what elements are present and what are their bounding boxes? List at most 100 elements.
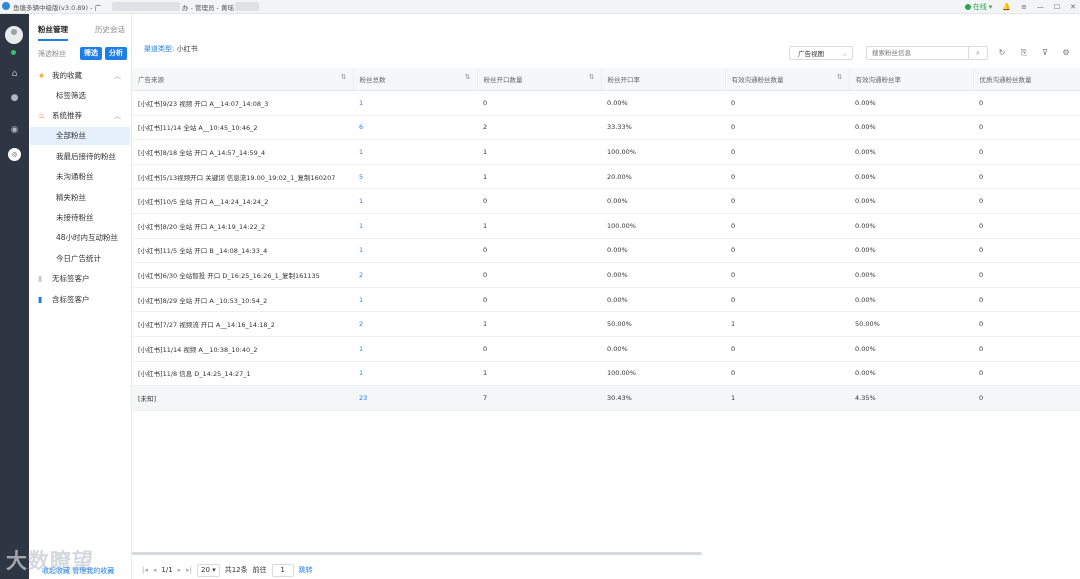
table-cell[interactable]: 1 bbox=[353, 90, 477, 116]
search-input[interactable] bbox=[872, 47, 968, 59]
table-row[interactable]: [小红书]10/5 全站 开口 A__14:24_14:24_2 1 0 0.00% 0… bbox=[132, 188, 1080, 214]
sort-icon[interactable]: ⇅ bbox=[837, 73, 843, 81]
prev-page-icon[interactable]: ◂ bbox=[153, 566, 157, 574]
table-cell: 0.00% bbox=[601, 262, 725, 288]
table-cell[interactable]: 1 bbox=[353, 361, 477, 387]
table-cell: 0 bbox=[725, 188, 849, 214]
refresh-icon[interactable]: ↻ bbox=[997, 48, 1007, 58]
col-header[interactable]: 粉丝总数 ⇅ bbox=[353, 68, 478, 91]
table-row[interactable]: [小红书]9/23 视频 开口 A__14:07_14:08_3 1 0 0.00% 0… bbox=[132, 90, 1080, 116]
tab-history-sessions[interactable]: 历史会话 bbox=[95, 24, 125, 35]
table-row[interactable]: [小红书]8/20 全站 开口 A_14:19_14:22_2 1 1 100.00%… bbox=[132, 213, 1080, 239]
nav-all-fans[interactable]: 全部粉丝 bbox=[30, 127, 130, 145]
settings-icon[interactable]: ⚙ bbox=[1061, 48, 1071, 58]
nav-favorites-label: 我的收藏 bbox=[52, 71, 82, 80]
menu-icon[interactable]: ≡ bbox=[1021, 3, 1027, 11]
jump-button[interactable]: 跳转 bbox=[299, 565, 313, 575]
horizontal-scrollbar[interactable] bbox=[132, 552, 702, 555]
table-row[interactable]: [小红书]8/18 全站 开口 A_14:57_14:59_4 1 1 100.00%… bbox=[132, 139, 1080, 165]
col-header[interactable]: 优质沟通粉丝数量 bbox=[973, 68, 1080, 91]
nav-system-recommend-label: 系统推荐 bbox=[52, 111, 82, 120]
nav-last-received-fans[interactable]: 我最后接待的粉丝 bbox=[30, 148, 130, 166]
table-cell: [未知] bbox=[132, 385, 353, 411]
table-cell[interactable]: 6 bbox=[353, 115, 477, 141]
wechat-icon[interactable]: ◉ bbox=[8, 124, 21, 137]
nav-tagged-customers[interactable]: ▮ 含标签客户 bbox=[30, 291, 130, 309]
close-icon[interactable]: ✕ bbox=[1070, 3, 1076, 11]
table-cell: [小红书]8/20 全站 开口 A_14:19_14:22_2 bbox=[132, 213, 353, 239]
table-cell: 0 bbox=[973, 139, 1080, 165]
filter-button[interactable]: 筛选 bbox=[80, 47, 102, 60]
channel-value[interactable]: 小红书 bbox=[177, 45, 198, 53]
minimize-icon[interactable]: — bbox=[1037, 3, 1044, 11]
table-header-row: 广告来源 ⇅ 粉丝总数 ⇅ 粉丝开口数量 ⇅ 粉丝开口率 有效沟通粉丝数量 ⇅ 有效沟通… bbox=[132, 68, 1080, 91]
favorites-links[interactable]: 收起收藏 管理我的收藏 bbox=[42, 566, 114, 576]
table-row[interactable]: [小红书]11/8 信息 D_14:25_14:27_1 1 1 100.00% 0 0.… bbox=[132, 361, 1080, 387]
nav-system-recommend[interactable]: ♨ 系统推荐 ︿ bbox=[30, 107, 130, 125]
avatar[interactable] bbox=[5, 26, 23, 44]
col-header[interactable]: 粉丝开口率 bbox=[601, 68, 726, 91]
nav-48h-interactive-fans[interactable]: 48小时内互动粉丝 bbox=[30, 229, 130, 247]
chat-bubble-icon[interactable]: ● bbox=[8, 92, 21, 105]
table-cell: 0.00% bbox=[601, 188, 725, 214]
analyze-button[interactable]: 分析 bbox=[105, 47, 127, 60]
view-select[interactable]: 广告视图 ⌵ bbox=[789, 46, 853, 60]
table-row[interactable]: [小红书]11/14 视频 A__10:38_10:40_2 1 0 0.00% 0 0.… bbox=[132, 336, 1080, 362]
nav-today-ad-stats[interactable]: 今日广告统计 bbox=[30, 250, 130, 268]
table-cell[interactable]: 1 bbox=[353, 213, 477, 239]
table-cell: 0.00% bbox=[849, 164, 973, 190]
nav-unreceived-fans[interactable]: 未接待粉丝 bbox=[30, 209, 130, 227]
table-cell: 0 bbox=[477, 287, 601, 313]
table-cell[interactable]: 2 bbox=[353, 311, 477, 337]
table-row[interactable]: [未知] 23 7 30.43% 1 4.35% 0 bbox=[132, 385, 1080, 411]
first-page-icon[interactable]: |◂ bbox=[142, 566, 148, 574]
col-header[interactable]: 有效沟通粉丝数量 ⇅ bbox=[725, 68, 850, 91]
home-icon[interactable]: ⌂ bbox=[8, 68, 21, 81]
table-cell: 0 bbox=[477, 336, 601, 362]
nav-favorites[interactable]: ★ 我的收藏 ︿ bbox=[30, 67, 130, 85]
goto-page-input[interactable]: 1 bbox=[271, 563, 294, 577]
table-row[interactable]: [小红书]11/5 全站 开口 B _14:08_14:33_4 1 0 0.00% 0… bbox=[132, 238, 1080, 264]
table-cell[interactable]: 1 bbox=[353, 238, 477, 264]
sort-icon[interactable]: ⇅ bbox=[589, 73, 595, 81]
online-status[interactable]: 在线 ▾ bbox=[964, 2, 992, 12]
maximize-icon[interactable]: ☐ bbox=[1054, 3, 1060, 11]
page-size-select[interactable]: 20 ▾ bbox=[197, 563, 220, 577]
sort-icon[interactable]: ⇅ bbox=[341, 73, 347, 81]
export-icon[interactable]: ⎘ bbox=[1019, 48, 1029, 58]
nav-lost-fans[interactable]: 精失粉丝 bbox=[30, 189, 130, 207]
table-cell: [小红书]7/27 视频流 开口 A__14:16_14:18_2 bbox=[132, 311, 353, 337]
col-header[interactable]: 广告来源 ⇅ bbox=[132, 68, 354, 91]
search-icon[interactable]: ⌕ bbox=[968, 47, 987, 59]
table-cell[interactable]: 2 bbox=[353, 262, 477, 288]
table-row[interactable]: [小红书]11/14 全站 A__10:45_10:46_2 6 2 33.33% 0 0… bbox=[132, 115, 1080, 141]
table-cell[interactable]: 5 bbox=[353, 164, 477, 190]
table-row[interactable]: [小红书]8/29 全站 开口 A _10:53_10:54_2 1 0 0.00% 0… bbox=[132, 287, 1080, 313]
filter-clear-icon[interactable]: ⊽ bbox=[1040, 48, 1050, 58]
sort-icon[interactable]: ⇅ bbox=[465, 73, 471, 81]
table-cell[interactable]: 23 bbox=[353, 385, 477, 411]
table-cell[interactable]: 1 bbox=[353, 139, 477, 165]
tab-fans-management[interactable]: 粉丝管理 bbox=[38, 24, 68, 41]
next-page-icon[interactable]: ▸ bbox=[178, 566, 182, 574]
table-cell[interactable]: 1 bbox=[353, 336, 477, 362]
nav-tag-filter[interactable]: 标签筛选 bbox=[30, 87, 130, 105]
table-row[interactable]: [小红书]5/13视频开口 关键词 信息流19.00_19:02_1_复制160… bbox=[132, 164, 1080, 190]
col-header-label: 有效沟通粉丝率 bbox=[855, 76, 902, 84]
col-header[interactable]: 有效沟通粉丝率 bbox=[849, 68, 974, 91]
col-header[interactable]: 粉丝开口数量 ⇅ bbox=[477, 68, 602, 91]
search-box[interactable]: ⌕ bbox=[866, 46, 988, 60]
total-count: 共12条 bbox=[224, 566, 248, 574]
table-cell[interactable]: 1 bbox=[353, 188, 477, 214]
nav-no-tag-customers[interactable]: ▮ 无标签客户 bbox=[30, 270, 130, 288]
table-row[interactable]: [小红书]6/30 全站智投 开口 D_16:25_16:26_1_复制1611… bbox=[132, 262, 1080, 288]
last-page-icon[interactable]: ▸| bbox=[186, 566, 192, 574]
redacted-block bbox=[112, 2, 180, 11]
table-row[interactable]: [小红书]7/27 视频流 开口 A__14:16_14:18_2 2 1 50.00… bbox=[132, 311, 1080, 337]
table-cell: 0 bbox=[973, 115, 1080, 141]
table-cell[interactable]: 1 bbox=[353, 287, 477, 313]
col-header-label: 有效沟通粉丝数量 bbox=[731, 76, 784, 84]
fans-icon[interactable]: ◎ bbox=[8, 148, 21, 161]
nav-uncommunicated-fans[interactable]: 未沟通粉丝 bbox=[30, 168, 130, 186]
notification-bell-icon[interactable]: 🔔 bbox=[1002, 3, 1011, 11]
